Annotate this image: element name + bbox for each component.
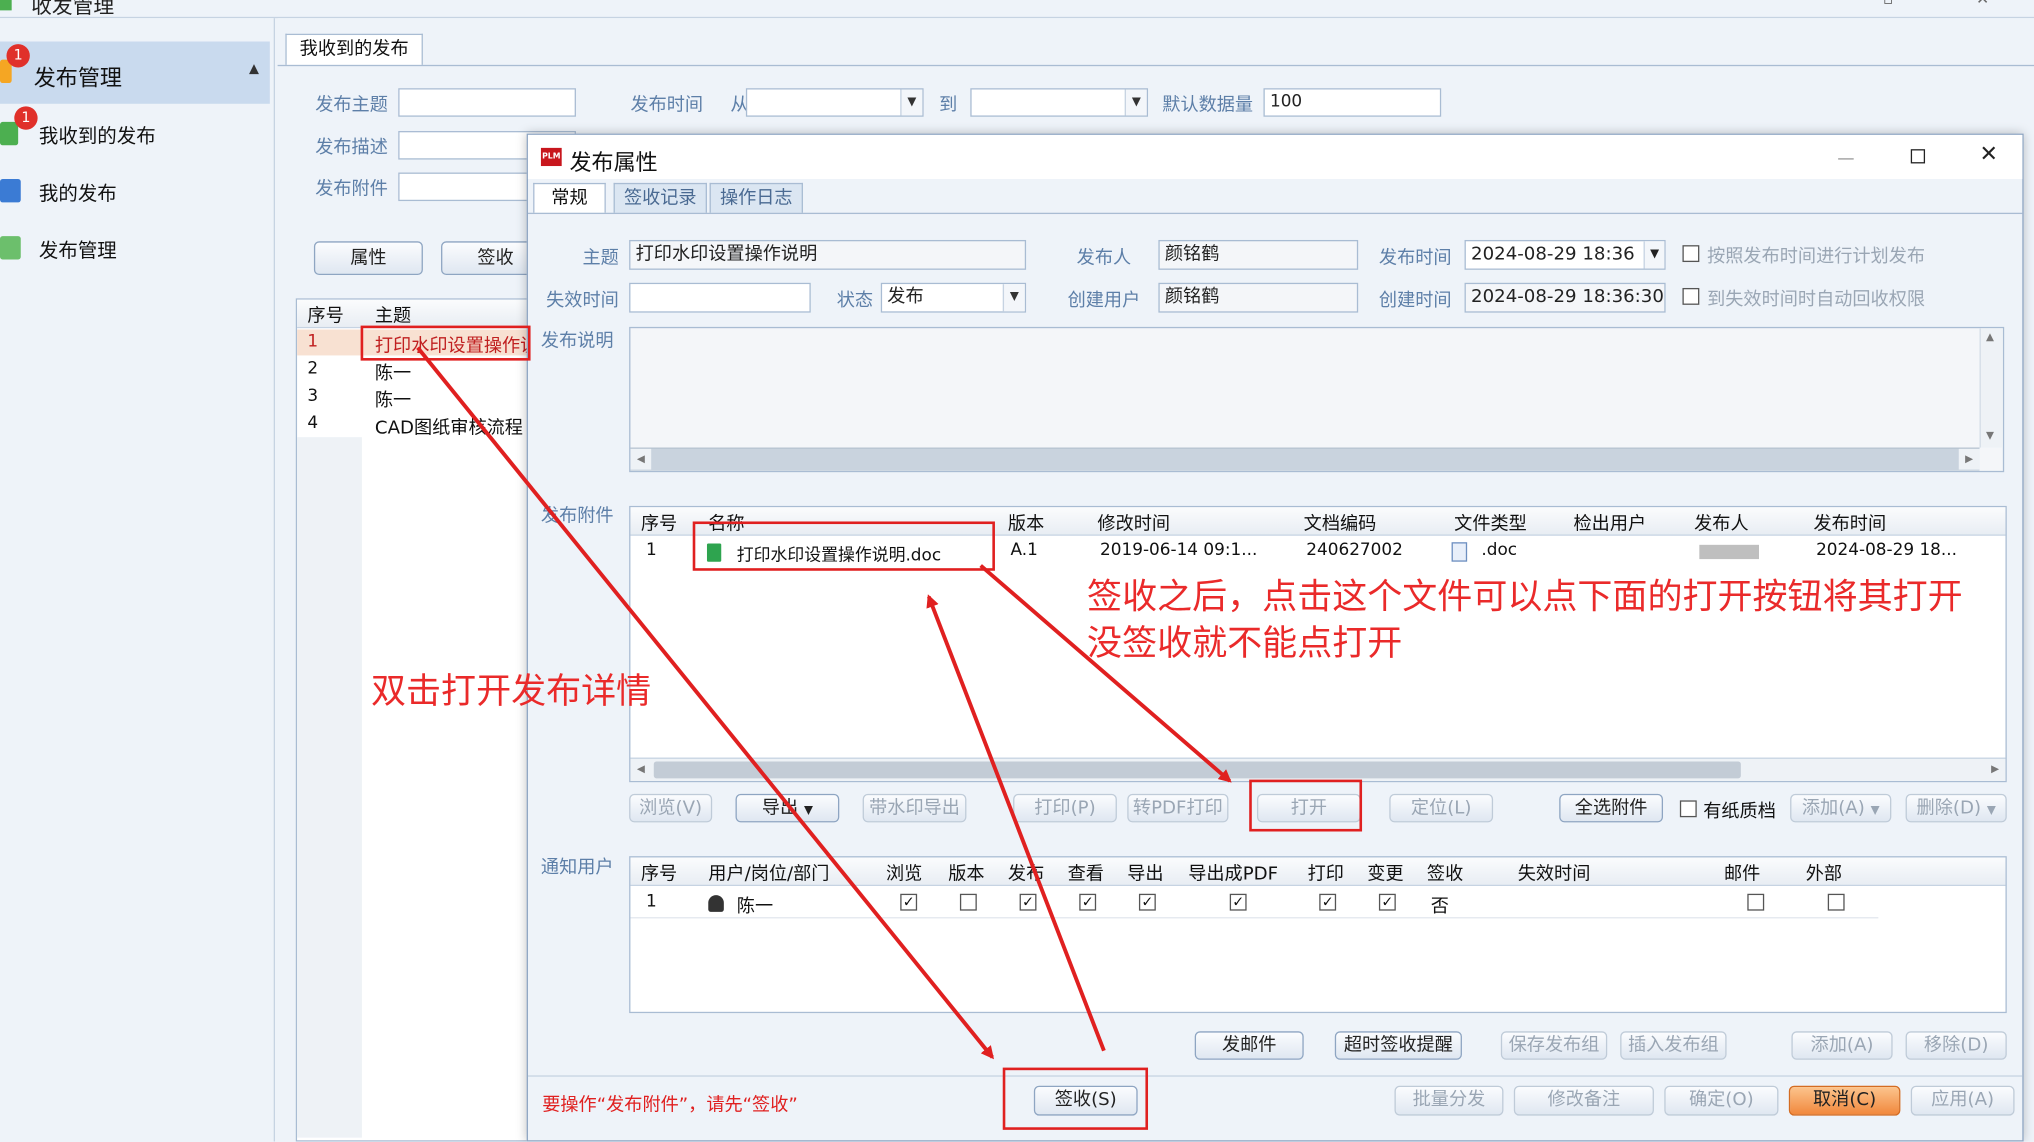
arrow-row-to-sign — [416, 346, 994, 1060]
arrow-sign-to-file — [926, 594, 1106, 1052]
arrow-file-to-open — [979, 564, 1232, 783]
annotation-arrows — [416, 346, 1232, 1060]
